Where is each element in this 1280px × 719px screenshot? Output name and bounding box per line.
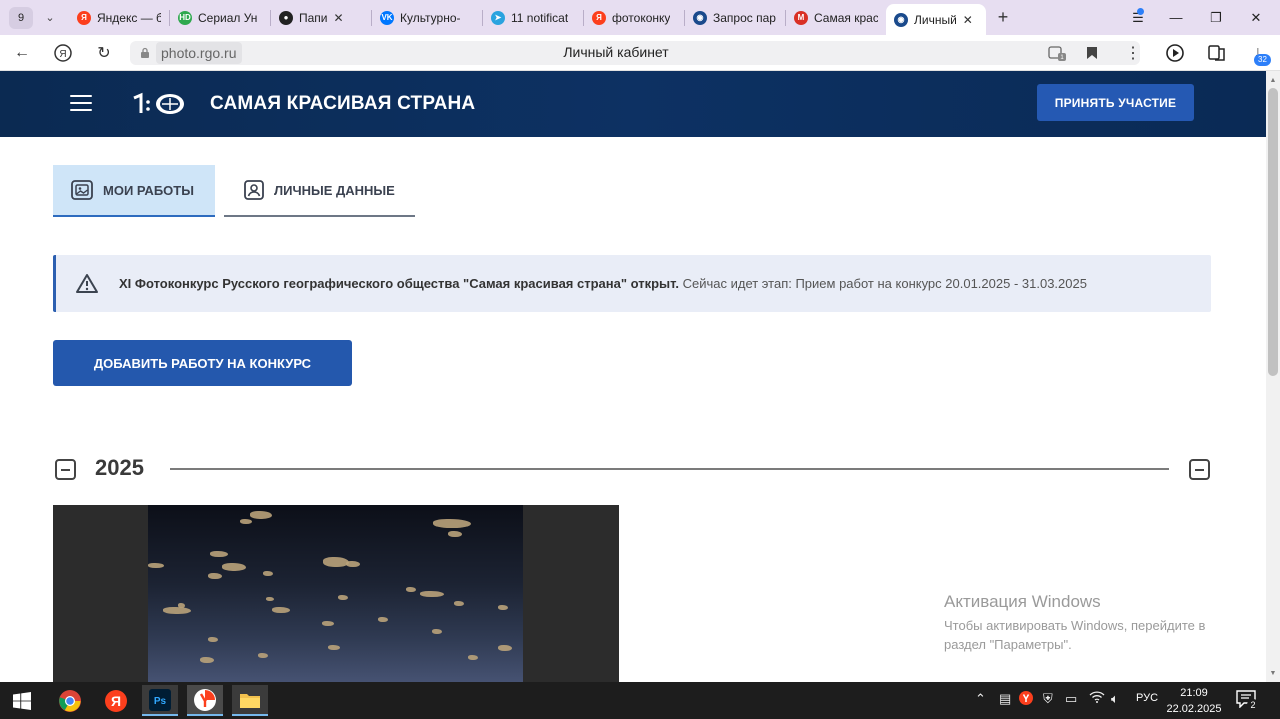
gmail-icon: M [794,10,808,25]
watermark-title: Активация Windows [944,592,1101,611]
collapse-all-icon[interactable] [1189,459,1210,480]
browser-tab[interactable]: ➤ 11 notificat [483,0,583,35]
browser-tab-title: Сериал Ун [198,10,258,25]
clock-date: 22.02.2025 [1166,703,1222,715]
browser-tab[interactable]: ◉ Личный ✕ [886,4,986,35]
tray-security-icon[interactable]: ⛨ [1043,691,1053,707]
notice-text: XI Фотоконкурс Русского географического … [119,276,1087,291]
tab-my-works-label: МОИ РАБОТЫ [103,182,194,198]
volume-icon[interactable]: 🔈︎ [1111,691,1119,707]
tray-yandex-icon[interactable] [1019,691,1033,708]
bookmarks-menu-icon[interactable]: ☰ [1118,0,1158,35]
windows-start-icon[interactable] [4,685,40,716]
warning-icon [76,274,98,293]
minimize-button[interactable]: — [1156,0,1196,35]
year-heading: 2025 [95,455,144,480]
watermark-subtitle: Чтобы активировать Windows, перейдите в … [944,618,1206,652]
rgo-logo[interactable] [132,92,186,116]
browser-tab[interactable]: Я Яндекс — б [69,0,169,35]
notification-center-icon[interactable]: 2 [1236,690,1259,711]
vk-icon: VK [380,10,394,25]
add-work-button[interactable]: ДОБАВИТЬ РАБОТУ НА КОНКУРС [53,340,352,386]
photo-thumbnail[interactable] [148,505,523,682]
browser-tab-bar: 9 ⌄ Я Яндекс — б HD Сериал Ун ● Папи ✕ VK Культу… [0,0,1280,35]
clock-time: 21:09 [1180,687,1208,699]
browser-tab[interactable]: VK Культурно- [372,0,482,35]
notice-bold-text: XI Фотоконкурс Русского географического … [119,276,679,291]
scroll-down-arrow-icon[interactable]: ▼ [1266,666,1280,680]
tray-notes-icon[interactable]: ▤ [999,691,1011,707]
close-window-button[interactable]: ✕ [1236,0,1276,35]
browser-tab-title: Культурно- [400,10,461,25]
user-profile-icon [244,180,264,200]
contest-notice: XI Фотоконкурс Русского географического … [53,255,1211,312]
tray-overflow-icon[interactable]: ⌃ [975,691,986,707]
windows-taskbar: Я Ps ⌃ ▤ ⛨ ▭ 🔈︎ РУС 21:09 22.02.2025 2 [0,682,1280,719]
yandex-icon: Я [592,10,606,25]
browser-tab[interactable]: HD Сериал Ун [170,0,270,35]
close-tab-icon[interactable]: ✕ [963,13,973,27]
rgo-icon: ◉ [894,12,908,27]
language-indicator[interactable]: РУС [1136,692,1158,704]
yandex-icon: Я [77,10,91,25]
browser-tab-title: Запрос пар [713,10,776,25]
close-tab-icon[interactable]: ✕ [334,11,344,25]
browser-tab-title: фотоконку [612,10,671,25]
browser-tab-title: Самая крас [814,10,878,25]
site-title[interactable]: САМАЯ КРАСИВАЯ СТРАНА [210,93,475,115]
notification-count: 2 [1247,699,1259,711]
tab-count-button[interactable]: 9 [9,6,33,29]
tab-personal-data[interactable]: ЛИЧНЫЕ ДАННЫЕ [224,165,415,217]
image-gallery-icon [71,180,93,200]
tab-personal-data-label: ЛИЧНЫЕ ДАННЫЕ [274,182,395,198]
site-header: САМАЯ КРАСИВАЯ СТРАНА ПРИНЯТЬ УЧАСТИЕ [0,71,1266,137]
notice-stage-text: Сейчас идет этап: Прием работ на конкурс… [678,276,1087,291]
page-title: Личный кабинет [563,44,669,60]
rgo-icon: ◉ [693,10,707,25]
photoshop-icon[interactable]: Ps [142,685,178,716]
file-explorer-icon[interactable] [232,685,268,716]
chevron-down-icon[interactable]: ⌄ [39,7,61,29]
hd-icon: HD [178,10,192,25]
browser-tab-title: Личный [914,12,957,27]
browser-tab[interactable]: Яфотоконку [584,0,684,35]
wifi-icon[interactable] [1089,691,1105,706]
telegram-icon: ➤ [491,10,505,25]
browser-tab[interactable]: M Самая крас [786,0,886,35]
hamburger-menu-icon[interactable] [70,95,92,113]
join-button[interactable]: ПРИНЯТЬ УЧАСТИЕ [1037,84,1194,121]
year-divider [170,468,1169,470]
yandex-browser-icon[interactable] [187,685,223,716]
notification-dot [1137,8,1144,15]
browser-tab-title: 11 notificat [511,10,569,25]
clock[interactable]: 21:09 22.02.2025 [1165,685,1223,717]
battery-icon[interactable]: ▭ [1065,691,1077,707]
browser-tab-title: Папи [299,10,328,25]
new-tab-button[interactable]: + [992,7,1014,29]
browser-tab-title: Яндекс — б [97,10,161,25]
video-icon: ● [279,10,293,25]
collapse-year-icon[interactable] [55,459,76,480]
chrome-icon[interactable] [52,685,88,716]
svg-text:Я: Я [111,693,121,709]
scrollbar-thumb[interactable] [1268,88,1278,376]
browser-tab[interactable]: ◉ Запрос пар [685,0,785,35]
tab-my-works[interactable]: МОИ РАБОТЫ [53,165,215,217]
yandex-app-icon[interactable]: Я [98,685,134,716]
browser-tab[interactable]: ● Папи ✕ [271,0,371,35]
restore-button[interactable]: ❐ [1196,0,1236,35]
svg-text:Ps: Ps [154,696,167,707]
downloads-badge: 32 [1254,54,1271,66]
scroll-up-arrow-icon[interactable]: ▲ [1266,73,1280,87]
windows-activation-watermark: Активация Windows Чтобы активировать Win… [944,592,1244,654]
